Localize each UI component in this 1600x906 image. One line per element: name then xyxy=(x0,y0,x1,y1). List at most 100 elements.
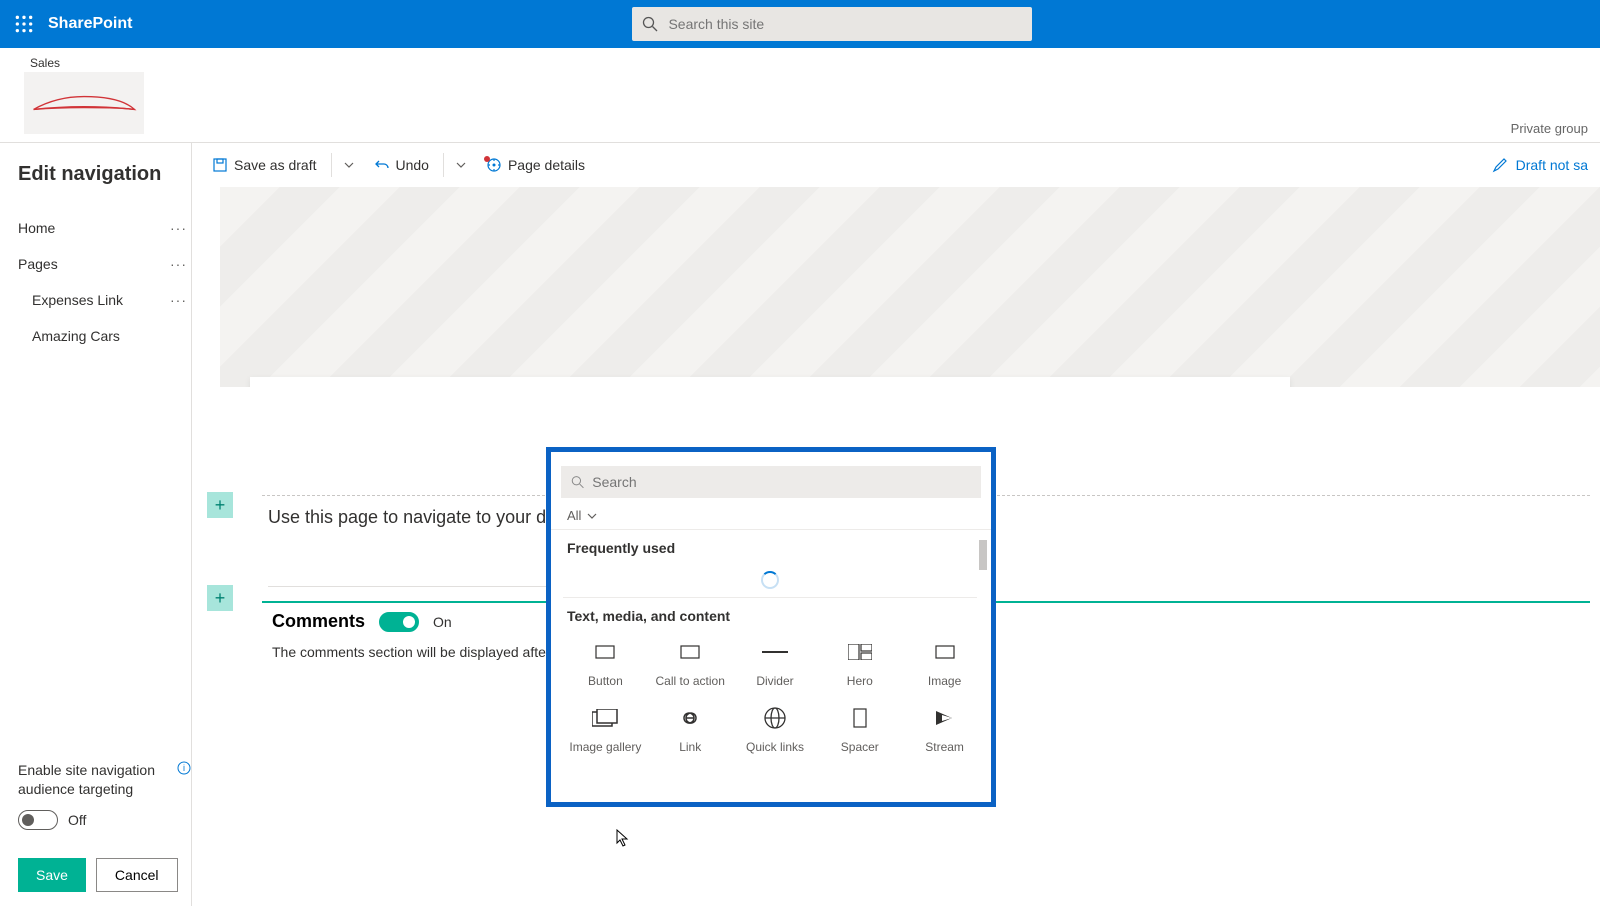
title-area[interactable]: Department Portals Henry Legge xyxy=(220,187,1600,387)
save-dropdown-chevron[interactable] xyxy=(338,157,360,173)
site-name: Sales xyxy=(30,56,144,70)
more-icon[interactable]: ··· xyxy=(170,256,187,272)
webpart-label: Image xyxy=(928,674,961,688)
more-icon[interactable]: ··· xyxy=(170,220,187,236)
site-header: Sales Private group xyxy=(0,48,1600,140)
mouse-cursor-icon xyxy=(616,829,630,852)
webpart-label: Spacer xyxy=(841,740,879,754)
global-header: SharePoint xyxy=(0,0,1600,48)
hero-icon xyxy=(844,638,876,666)
undo-label: Undo xyxy=(396,157,429,173)
webpart-divider[interactable]: Divider xyxy=(733,632,818,694)
webpart-quick-links[interactable]: Quick links xyxy=(733,698,818,760)
comments-toggle[interactable] xyxy=(379,612,419,632)
loading-spinner xyxy=(563,562,977,598)
edit-navigation-panel: Edit navigation Home ··· Pages ··· Expen… xyxy=(0,143,192,906)
edit-navigation-title: Edit navigation xyxy=(18,163,191,186)
webpart-stream[interactable]: Stream xyxy=(902,698,987,760)
audience-toggle-state: Off xyxy=(68,812,86,828)
webpart-label: Divider xyxy=(756,674,793,688)
audience-targeting-text: Enable site navigation audience targetin… xyxy=(18,761,173,800)
app-launcher-icon[interactable] xyxy=(0,0,48,48)
nav-item-amazing-cars[interactable]: Amazing Cars xyxy=(18,318,191,354)
unsaved-indicator-icon xyxy=(484,156,490,162)
brand-label[interactable]: SharePoint xyxy=(48,15,132,33)
cancel-button[interactable]: Cancel xyxy=(96,858,178,892)
undo-button[interactable]: Undo xyxy=(366,151,437,179)
search-icon xyxy=(571,475,584,489)
chevron-down-icon xyxy=(344,160,354,170)
search-icon xyxy=(642,16,658,32)
picker-scrollbar-thumb[interactable] xyxy=(979,540,987,570)
toolbar-separator xyxy=(443,153,444,177)
webpart-image-gallery[interactable]: Image gallery xyxy=(563,698,648,760)
webpart-hero[interactable]: Hero xyxy=(817,632,902,694)
nav-item-label: Expenses Link xyxy=(32,292,123,308)
nav-item-pages[interactable]: Pages ··· xyxy=(18,246,191,282)
site-logo[interactable] xyxy=(24,72,144,134)
call-to-action-icon xyxy=(674,638,706,666)
webpart-spacer[interactable]: Spacer xyxy=(817,698,902,760)
picker-search[interactable] xyxy=(561,466,981,498)
save-as-draft-button[interactable]: Save as draft xyxy=(204,151,325,179)
image-gallery-icon xyxy=(589,704,621,732)
draft-status[interactable]: Draft not sa xyxy=(1492,157,1588,173)
divider-icon xyxy=(759,638,791,666)
link-icon xyxy=(674,704,706,732)
save-as-draft-label: Save as draft xyxy=(234,157,317,173)
page-content: Save as draft Undo Page details Draft xyxy=(192,143,1600,906)
pencil-icon xyxy=(1492,157,1508,173)
nav-item-expenses-link[interactable]: Expenses Link ··· xyxy=(18,282,191,318)
webpart-label: Link xyxy=(679,740,701,754)
webpart-link[interactable]: Link xyxy=(648,698,733,760)
toolbar-separator xyxy=(331,153,332,177)
picker-scrollbar-track[interactable] xyxy=(981,530,989,786)
info-icon[interactable]: i xyxy=(177,761,191,781)
webpart-image[interactable]: Image xyxy=(902,632,987,694)
image-icon xyxy=(929,638,961,666)
quick-links-icon xyxy=(759,704,791,732)
spacer-icon xyxy=(844,704,876,732)
nav-item-label: Home xyxy=(18,220,55,236)
page-canvas: Department Portals Henry Legge + + Use t… xyxy=(220,187,1600,660)
page-body: Use this page to navigate to your depart… xyxy=(220,387,1600,660)
webpart-button[interactable]: Button xyxy=(563,632,648,694)
svg-text:i: i xyxy=(183,763,185,773)
picker-section-text-media: Text, media, and content xyxy=(567,608,987,624)
nav-item-home[interactable]: Home ··· xyxy=(18,210,191,246)
webpart-label: Stream xyxy=(925,740,964,754)
button-icon xyxy=(589,638,621,666)
global-search-input[interactable] xyxy=(668,16,1022,32)
picker-category-filter[interactable]: All xyxy=(551,502,991,530)
webpart-call-to-action[interactable]: Call to action xyxy=(648,632,733,694)
global-search[interactable] xyxy=(632,7,1032,41)
picker-section-frequent: Frequently used xyxy=(567,540,987,556)
picker-search-input[interactable] xyxy=(592,474,971,490)
more-icon[interactable]: ··· xyxy=(170,292,187,308)
comments-toggle-state: On xyxy=(433,614,452,630)
webpart-label: Call to action xyxy=(656,674,725,688)
page-details-label: Page details xyxy=(508,157,585,173)
draft-status-label: Draft not sa xyxy=(1516,157,1588,173)
comments-heading: Comments xyxy=(272,611,365,632)
save-button[interactable]: Save xyxy=(18,858,86,892)
chevron-down-icon xyxy=(587,511,597,521)
stream-icon xyxy=(929,704,961,732)
picker-filter-label: All xyxy=(567,508,581,523)
chevron-down-icon xyxy=(456,160,466,170)
page-details-button[interactable]: Page details xyxy=(478,151,593,179)
add-section-button[interactable]: + xyxy=(207,585,233,611)
nav-item-label: Amazing Cars xyxy=(32,328,120,344)
webpart-label: Hero xyxy=(847,674,873,688)
webpart-picker: All Frequently used Text, media, and con… xyxy=(546,447,996,807)
audience-targeting-toggle[interactable] xyxy=(18,810,58,830)
nav-item-label: Pages xyxy=(18,256,58,272)
webpart-label: Image gallery xyxy=(569,740,641,754)
page-toolbar: Save as draft Undo Page details Draft xyxy=(192,143,1600,187)
webpart-label: Quick links xyxy=(746,740,804,754)
group-privacy-label: Private group xyxy=(1511,121,1588,136)
undo-dropdown-chevron[interactable] xyxy=(450,157,472,173)
webpart-label: Button xyxy=(588,674,623,688)
add-section-button[interactable]: + xyxy=(207,492,233,518)
audience-targeting-label: Enable site navigation audience targetin… xyxy=(18,761,191,800)
